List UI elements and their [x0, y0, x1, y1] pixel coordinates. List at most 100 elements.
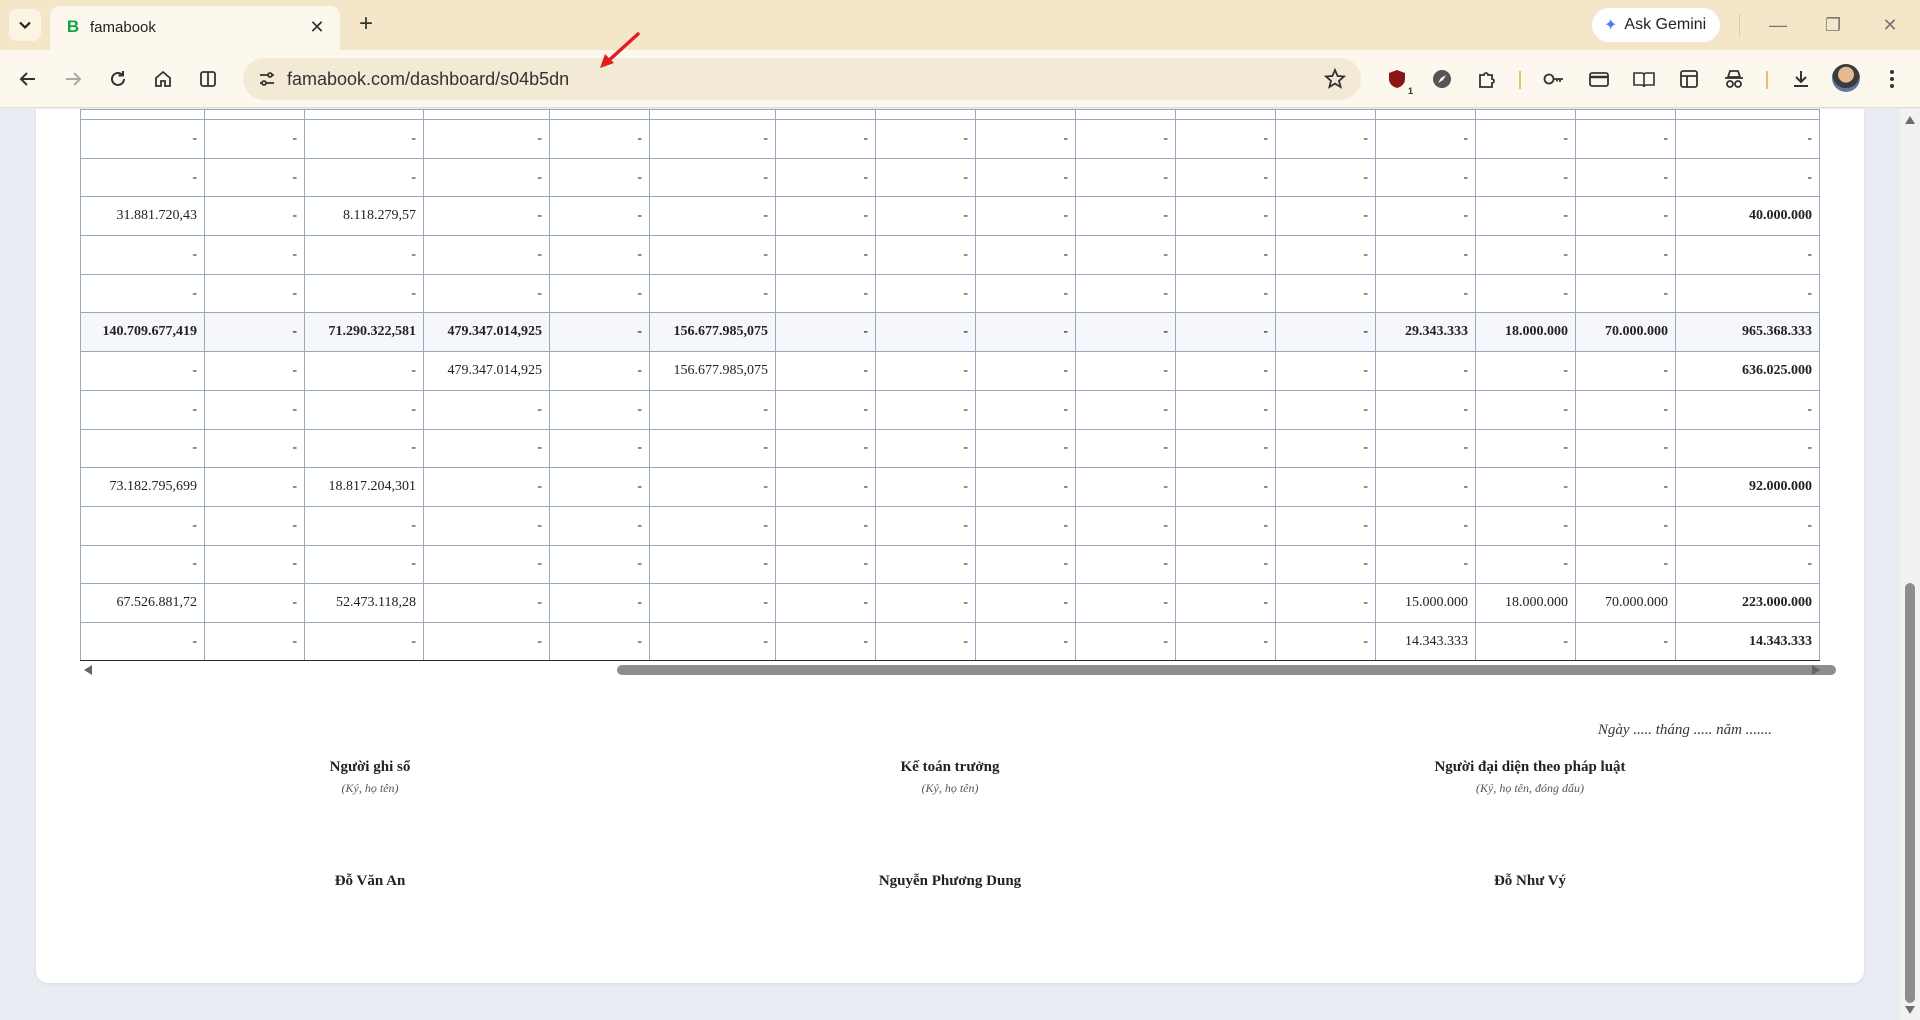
table-cell: -: [1575, 351, 1676, 391]
table-row: 31.881.720,43-8.118.279,57- - - - - - - - - - - -40…: [80, 196, 1820, 237]
table-cell: -: [649, 157, 776, 198]
horizontal-scroll-thumb[interactable]: [617, 665, 1836, 675]
reload-button[interactable]: [104, 65, 132, 93]
table-cell: -: [80, 428, 205, 469]
address-bar[interactable]: famabook.com/dashboard/s04b5dn: [243, 58, 1361, 100]
table-cell: -: [423, 467, 550, 507]
table-cell: 140.709.677,419: [80, 312, 205, 353]
table-cell: -: [1075, 544, 1176, 585]
table-cell: -: [1175, 428, 1276, 469]
tab-search-button[interactable]: [9, 9, 41, 41]
vertical-scroll-thumb[interactable]: [1905, 583, 1915, 1003]
table-cell: -: [1575, 505, 1676, 546]
famabook-favicon-icon: B: [66, 17, 80, 36]
table-cell: -: [775, 389, 876, 430]
table-cell: -: [1575, 544, 1676, 585]
table-cell: -: [649, 235, 776, 275]
table-cell: -: [875, 273, 976, 314]
profile-avatar[interactable]: [1832, 64, 1860, 92]
extension-compass-button[interactable]: [1428, 65, 1456, 93]
table-cell: -: [1575, 273, 1676, 314]
passwords-button[interactable]: [1540, 65, 1568, 93]
table-cell: -: [1275, 621, 1376, 661]
table-cell: -: [975, 119, 1076, 159]
star-icon[interactable]: [1323, 67, 1347, 91]
close-window-icon[interactable]: ✕: [1870, 10, 1910, 40]
table-row: - - - - - - - - - - - -14.343.333- -14.343.333: [80, 621, 1820, 661]
scroll-up-arrow-icon[interactable]: [1905, 116, 1915, 124]
table-cell: -: [975, 312, 1076, 353]
table-cell: -: [1675, 505, 1820, 546]
split-view-button[interactable]: [194, 65, 222, 93]
table-cell: -: [1175, 312, 1276, 353]
scroll-down-arrow-icon[interactable]: [1905, 1006, 1915, 1014]
reading-mode-button[interactable]: [1630, 65, 1658, 93]
table-cell: -: [975, 196, 1076, 237]
table-cell: -: [975, 467, 1076, 507]
incognito-button[interactable]: [1720, 65, 1748, 93]
browser-menu-button[interactable]: [1878, 65, 1906, 93]
table-cell: -: [204, 467, 305, 507]
table-cell: -: [423, 157, 550, 198]
table-cell: [975, 109, 1076, 120]
scroll-left-arrow-icon[interactable]: [84, 665, 92, 675]
table-cell: -: [649, 273, 776, 314]
extension-badge: 1: [1407, 86, 1413, 96]
payments-button[interactable]: [1585, 65, 1613, 93]
minimize-icon[interactable]: —: [1758, 10, 1798, 40]
ask-gemini-button[interactable]: ✦ Ask Gemini: [1592, 8, 1721, 42]
signature-legal-representative: Người đại diện theo pháp luật (Ký, họ tê…: [1320, 759, 1740, 796]
extensions-button[interactable]: [1473, 65, 1501, 93]
table-cell: -: [1175, 505, 1276, 546]
table-cell: -: [1075, 505, 1176, 546]
tab-groups-button[interactable]: [1675, 65, 1703, 93]
back-button[interactable]: [14, 65, 42, 93]
table-cell: -: [775, 505, 876, 546]
table-cell: -: [875, 351, 976, 391]
table-cell: -: [1475, 119, 1576, 159]
table-cell: -: [549, 583, 650, 623]
extension-shield-button[interactable]: 1: [1383, 65, 1413, 96]
forward-button[interactable]: [59, 65, 87, 93]
signature-hint: (Ký, họ tên): [921, 781, 979, 795]
tune-icon[interactable]: [257, 69, 277, 89]
table-cell: -: [423, 544, 550, 585]
table-row: [80, 109, 1820, 120]
table-cell: -: [649, 119, 776, 159]
table-cell: -: [1075, 621, 1176, 661]
table-cell: -: [1275, 583, 1376, 623]
table-cell: [549, 109, 650, 120]
restore-icon[interactable]: ❐: [1813, 10, 1853, 40]
spy-icon: [1725, 70, 1743, 88]
vertical-scrollbar[interactable]: [1900, 109, 1920, 1020]
table-cell: 479.347.014,925: [423, 312, 550, 353]
table-cell: -: [304, 389, 424, 430]
table-row: 73.182.795,699-18.817.204,301- - - - - - - - - - -…: [80, 467, 1820, 507]
tab-famabook[interactable]: B famabook ✕: [50, 6, 340, 50]
table-cell: -: [204, 505, 305, 546]
url-text[interactable]: famabook.com/dashboard/s04b5dn: [287, 69, 569, 90]
table-row: ----------------: [80, 119, 1820, 159]
table-cell: 29.343.333: [1375, 312, 1476, 353]
table-cell: -: [649, 505, 776, 546]
table-row: ----------------: [80, 273, 1820, 314]
table-cell: -: [80, 505, 205, 546]
report-card: - - - - - - - - - - - - - - - - - - - - - - - - - - - - - - - -31.881.7…: [36, 109, 1864, 983]
home-button[interactable]: [149, 65, 177, 93]
table-cell: -: [1175, 273, 1276, 314]
horizontal-scrollbar[interactable]: [80, 663, 1836, 677]
table-cell: -: [775, 428, 876, 469]
table-cell: -: [1675, 119, 1820, 159]
scroll-right-arrow-icon[interactable]: [1812, 665, 1820, 675]
table-cell: -: [1575, 389, 1676, 430]
ledger-table-container[interactable]: - - - - - - - - - - - - - - - - - - - - - - - - - - - - - - - -31.881.7…: [80, 109, 1824, 661]
tab-close-icon[interactable]: ✕: [306, 16, 328, 38]
table-cell: -: [975, 273, 1076, 314]
table-cell: -: [1075, 119, 1176, 159]
new-tab-button[interactable]: +: [352, 10, 380, 38]
table-cell: -: [1475, 196, 1576, 237]
table-cell: -: [1675, 157, 1820, 198]
table-cell: -: [1075, 389, 1176, 430]
table-cell: -: [1275, 389, 1376, 430]
downloads-button[interactable]: [1787, 65, 1815, 93]
